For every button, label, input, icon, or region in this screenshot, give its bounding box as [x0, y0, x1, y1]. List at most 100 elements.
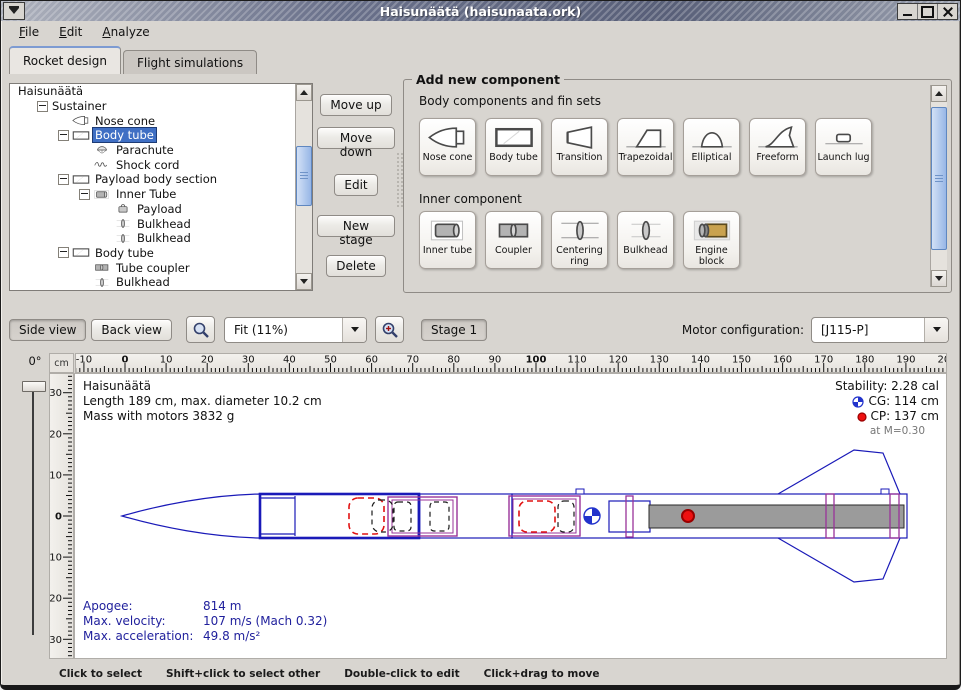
coupler-icon	[92, 261, 114, 274]
minimize-icon[interactable]	[898, 4, 917, 19]
add-transition-button[interactable]: Transition	[551, 118, 608, 176]
collapse-icon[interactable]	[58, 174, 69, 185]
side-view-button[interactable]: Side view	[9, 319, 86, 341]
component-button-label: Coupler	[495, 246, 532, 257]
svg-text:-10: -10	[50, 470, 62, 481]
scroll-thumb[interactable]	[931, 107, 947, 250]
tree-item-parachute[interactable]: Parachute	[10, 143, 296, 158]
tree-item-bulkhead[interactable]: Bulkhead	[10, 216, 296, 231]
scroll-up-icon[interactable]	[296, 84, 312, 101]
chevron-down-icon[interactable]	[924, 318, 948, 342]
shock-cord-shapes[interactable]	[372, 500, 574, 532]
tab-flight-simulations[interactable]: Flight simulations	[123, 50, 257, 74]
add-coupler-button[interactable]: Coupler	[485, 211, 542, 269]
tree-item-label: Bulkhead	[135, 231, 193, 245]
menu-file[interactable]: File	[9, 23, 49, 41]
add-freeform-button[interactable]: Freeform	[749, 118, 806, 176]
parachute-shapes[interactable]	[349, 498, 555, 534]
menu-edit[interactable]: Edit	[49, 23, 92, 41]
maximize-icon[interactable]	[917, 4, 937, 19]
tree-item-sustainer[interactable]: Sustainer	[10, 99, 296, 114]
motor-config-select[interactable]: [J115-P]	[811, 317, 949, 343]
add-launch-lug-button[interactable]: Launch lug	[815, 118, 872, 176]
svg-text:140: 140	[691, 355, 710, 366]
add-centering-ring-button[interactable]: Centering ring	[551, 211, 608, 269]
scroll-down-icon[interactable]	[931, 270, 947, 287]
add-engine-block-button[interactable]: Engine block	[683, 211, 740, 269]
tree-item-nose-cone[interactable]: Nose cone	[10, 113, 296, 128]
back-view-button[interactable]: Back view	[91, 319, 172, 341]
rocket-canvas[interactable]: Haisunäätä Length 189 cm, max. diameter …	[74, 373, 947, 659]
tree-item-haisunäätä[interactable]: Haisunäätä	[10, 84, 296, 99]
tree-item-body-tube[interactable]: Body tube	[10, 128, 296, 143]
tree-item-bulkhead[interactable]: Bulkhead	[10, 231, 296, 246]
chevron-down-icon[interactable]	[342, 318, 366, 342]
motor-mount-tube-shape[interactable]	[609, 501, 650, 532]
magnifier-plus-icon	[380, 320, 400, 340]
close-icon[interactable]	[937, 4, 957, 19]
add-panel-scrollbar[interactable]	[930, 85, 947, 287]
window-menu-icon[interactable]	[3, 2, 25, 20]
scroll-down-icon[interactable]	[296, 273, 312, 290]
tree-scrollbar[interactable]	[295, 84, 312, 290]
collapse-icon[interactable]	[79, 189, 90, 200]
move-down-button[interactable]: Move down	[317, 127, 395, 149]
add-body-tube-button[interactable]: Body tube	[485, 118, 542, 176]
add-trapezoidal-button[interactable]: Trapezoidal	[617, 118, 674, 176]
tree-item-payload[interactable]: Payload	[10, 202, 296, 217]
nosecone-icon	[71, 114, 93, 127]
collapse-icon[interactable]	[37, 101, 48, 112]
zoom-out-button[interactable]	[186, 316, 215, 343]
tree-item-tube-coupler[interactable]: Tube coupler	[10, 260, 296, 275]
ruler-unit-label: cm	[49, 353, 74, 373]
slider-handle[interactable]	[22, 381, 46, 392]
fin-bottom-shape[interactable]	[778, 538, 900, 582]
move-up-button[interactable]: Move up	[320, 94, 391, 116]
centering-ring-fwd-shape[interactable]	[626, 496, 633, 537]
nose-cone-shape[interactable]	[122, 494, 260, 538]
fin-top-shape[interactable]	[778, 450, 900, 494]
tree-item-shock-cord[interactable]: Shock cord	[10, 157, 296, 172]
add-nose-cone-button[interactable]: Nose cone	[419, 118, 476, 176]
svg-text:150: 150	[732, 355, 751, 366]
tree-item-label: Haisunäätä	[16, 84, 85, 98]
new-stage-button[interactable]: New stage	[317, 215, 395, 237]
edit-button[interactable]: Edit	[334, 174, 377, 196]
tree-item-body-tube[interactable]: Body tube	[10, 246, 296, 261]
tree-item-label: Body tube	[93, 128, 156, 142]
zoom-in-button[interactable]	[375, 316, 404, 343]
title-bar[interactable]: Haisunäätä (haisunaata.ork)	[1, 1, 960, 21]
flight-stat-label: Apogee:	[83, 599, 203, 614]
shockcord-icon	[92, 158, 114, 171]
collapse-icon[interactable]	[58, 130, 69, 141]
cg-marker	[584, 508, 600, 524]
tab-rocket-design[interactable]: Rocket design	[9, 46, 121, 74]
collapse-icon[interactable]	[58, 247, 69, 258]
flight-stat-row: Max. velocity:107 m/s (Mach 0.32)	[83, 614, 327, 629]
menu-analyze[interactable]: Analyze	[92, 23, 159, 41]
scroll-thumb[interactable]	[296, 146, 312, 206]
rocket-info: Haisunäätä Length 189 cm, max. diameter …	[83, 379, 322, 424]
add-bulkhead-button[interactable]: Bulkhead	[617, 211, 674, 269]
body-tube-1-selected-shape[interactable]	[260, 494, 419, 538]
app-window: Haisunäätä (haisunaata.ork) FileEditAnal…	[0, 0, 961, 690]
cp-icon	[857, 412, 867, 422]
scroll-track[interactable]	[931, 102, 947, 270]
scroll-track[interactable]	[296, 101, 312, 273]
delete-button[interactable]: Delete	[326, 255, 385, 277]
launch-lug-1-shape[interactable]	[576, 489, 584, 494]
svg-text:-30: -30	[50, 388, 62, 399]
launch-lug-2-shape[interactable]	[881, 489, 889, 494]
svg-text:50: 50	[324, 355, 337, 366]
split-divider[interactable]	[396, 152, 403, 208]
scroll-up-icon[interactable]	[931, 85, 947, 102]
tree-item-payload-body-section[interactable]: Payload body section	[10, 172, 296, 187]
tree-item-bulkhead[interactable]: Bulkhead	[10, 275, 296, 290]
add-inner-tube-button[interactable]: Inner tube	[419, 211, 476, 269]
add-elliptical-button[interactable]: Elliptical	[683, 118, 740, 176]
stage-1-toggle[interactable]: Stage 1	[421, 319, 487, 341]
zoom-level-select[interactable]: Fit (11%)	[224, 317, 367, 343]
svg-text:10: 10	[160, 355, 173, 366]
tree-item-inner-tube[interactable]: Inner Tube	[10, 187, 296, 202]
rotation-slider[interactable]	[21, 381, 45, 637]
